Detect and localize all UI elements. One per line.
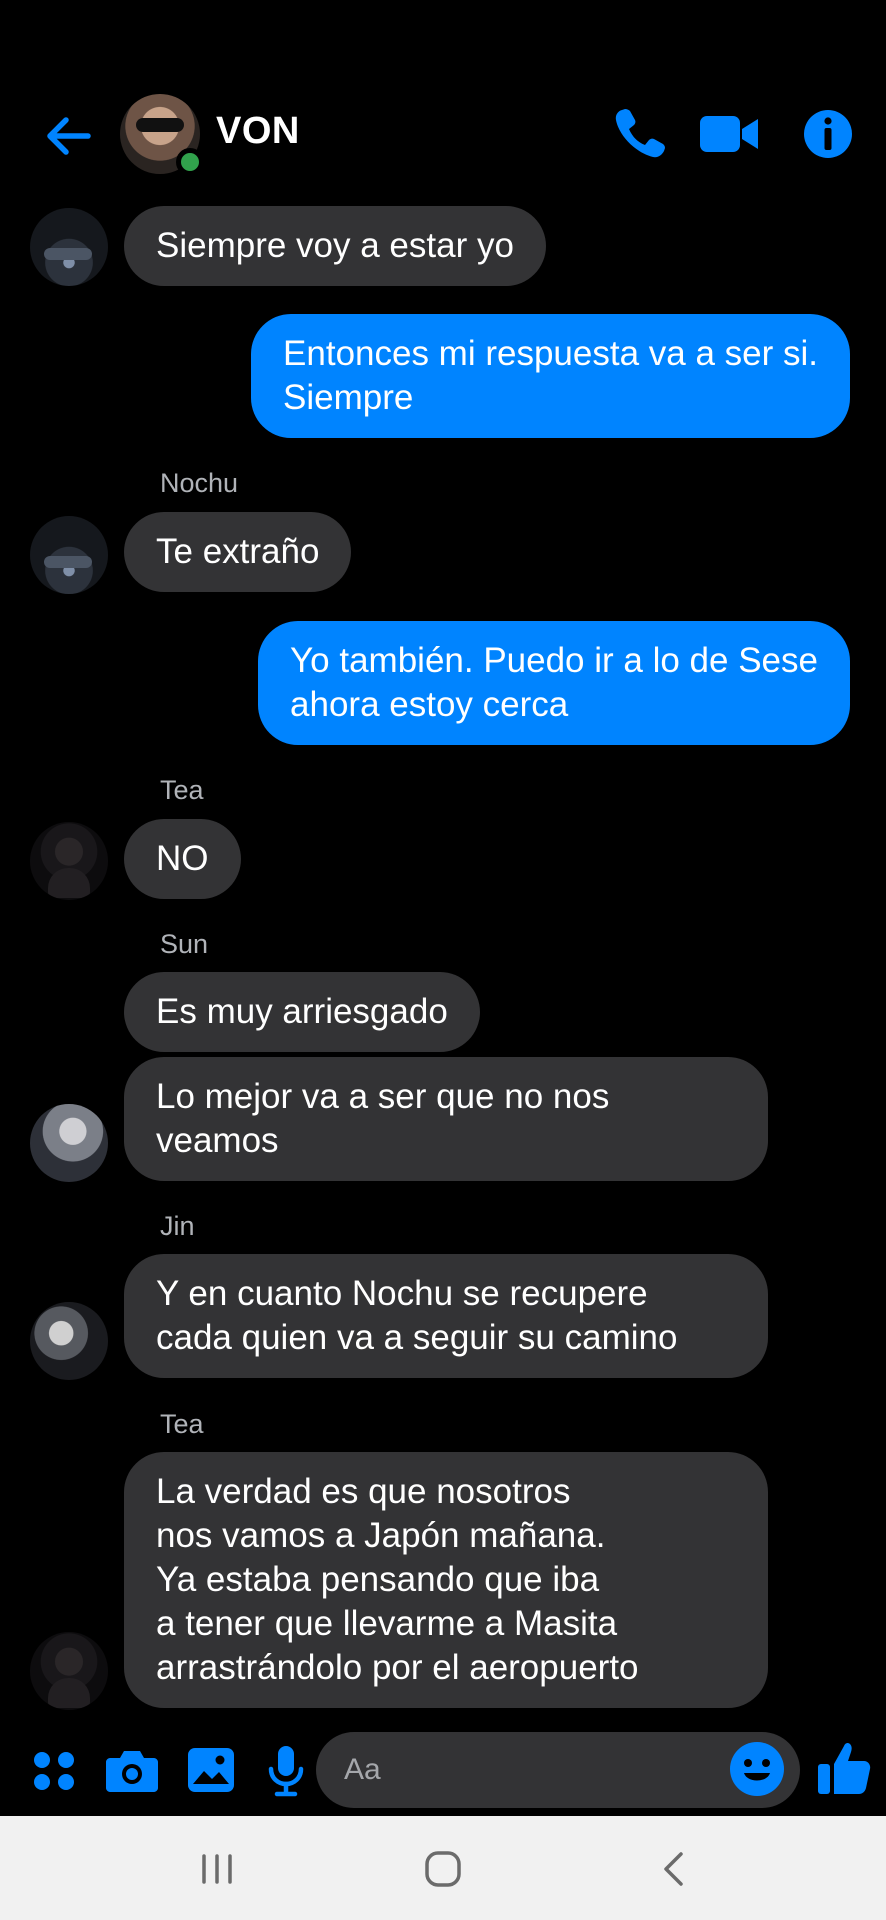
sender-name-label: Sun <box>160 929 209 959</box>
incoming-message-bubble[interactable]: Es muy arriesgado <box>124 972 480 1052</box>
sender-avatar[interactable] <box>30 208 108 286</box>
sender-name-label: Tea <box>160 1409 204 1439</box>
outgoing-message-bubble[interactable]: Entonces mi respuesta va a ser si. Siemp… <box>251 314 850 438</box>
message-composer <box>0 1730 886 1810</box>
outgoing-message-bubble[interactable]: Yo también. Puedo ir a lo de Sese ahora … <box>258 621 850 745</box>
incoming-message-bubble[interactable]: Lo mejor va a ser que no nos veamos <box>124 1057 768 1181</box>
info-icon[interactable] <box>796 102 860 166</box>
back-icon[interactable] <box>648 1842 702 1896</box>
conversation-title[interactable]: VON <box>216 110 300 153</box>
video-camera-icon[interactable] <box>698 102 762 166</box>
sender-name-label: Jin <box>160 1211 195 1241</box>
gallery-icon[interactable] <box>182 1740 242 1800</box>
thumbs-up-icon[interactable] <box>814 1738 874 1798</box>
online-status-indicator <box>176 148 204 176</box>
emoji-icon[interactable] <box>728 1740 786 1798</box>
apps-grid-icon[interactable] <box>24 1740 84 1800</box>
arrow-left-icon[interactable] <box>40 108 96 164</box>
incoming-message-bubble[interactable]: Te extraño <box>124 512 352 592</box>
camera-icon[interactable] <box>102 1740 162 1800</box>
phone-icon[interactable] <box>608 102 672 166</box>
system-navigation-bar <box>0 1816 886 1920</box>
sender-name-label: Nochu <box>160 468 239 498</box>
incoming-message-bubble[interactable]: NO <box>124 819 241 899</box>
recent-apps-icon[interactable] <box>190 1842 244 1896</box>
avatar-mask-decoration <box>136 118 184 132</box>
microphone-icon[interactable] <box>256 1740 316 1800</box>
sender-avatar[interactable] <box>30 516 108 594</box>
conversation-header: VON <box>0 90 886 180</box>
sender-avatar[interactable] <box>30 822 108 900</box>
sender-avatar[interactable] <box>30 1104 108 1182</box>
incoming-message-bubble[interactable]: La verdad es que nosotros nos vamos a Ja… <box>124 1452 768 1708</box>
home-icon[interactable] <box>416 1842 470 1896</box>
sender-name-label: Tea <box>160 775 204 805</box>
contact-avatar[interactable] <box>120 94 204 176</box>
incoming-message-bubble[interactable]: Siempre voy a estar yo <box>124 206 546 286</box>
incoming-message-bubble[interactable]: Y en cuanto Nochu se recupere cada quien… <box>124 1254 768 1378</box>
sender-avatar[interactable] <box>30 1302 108 1380</box>
sender-avatar[interactable] <box>30 1632 108 1710</box>
